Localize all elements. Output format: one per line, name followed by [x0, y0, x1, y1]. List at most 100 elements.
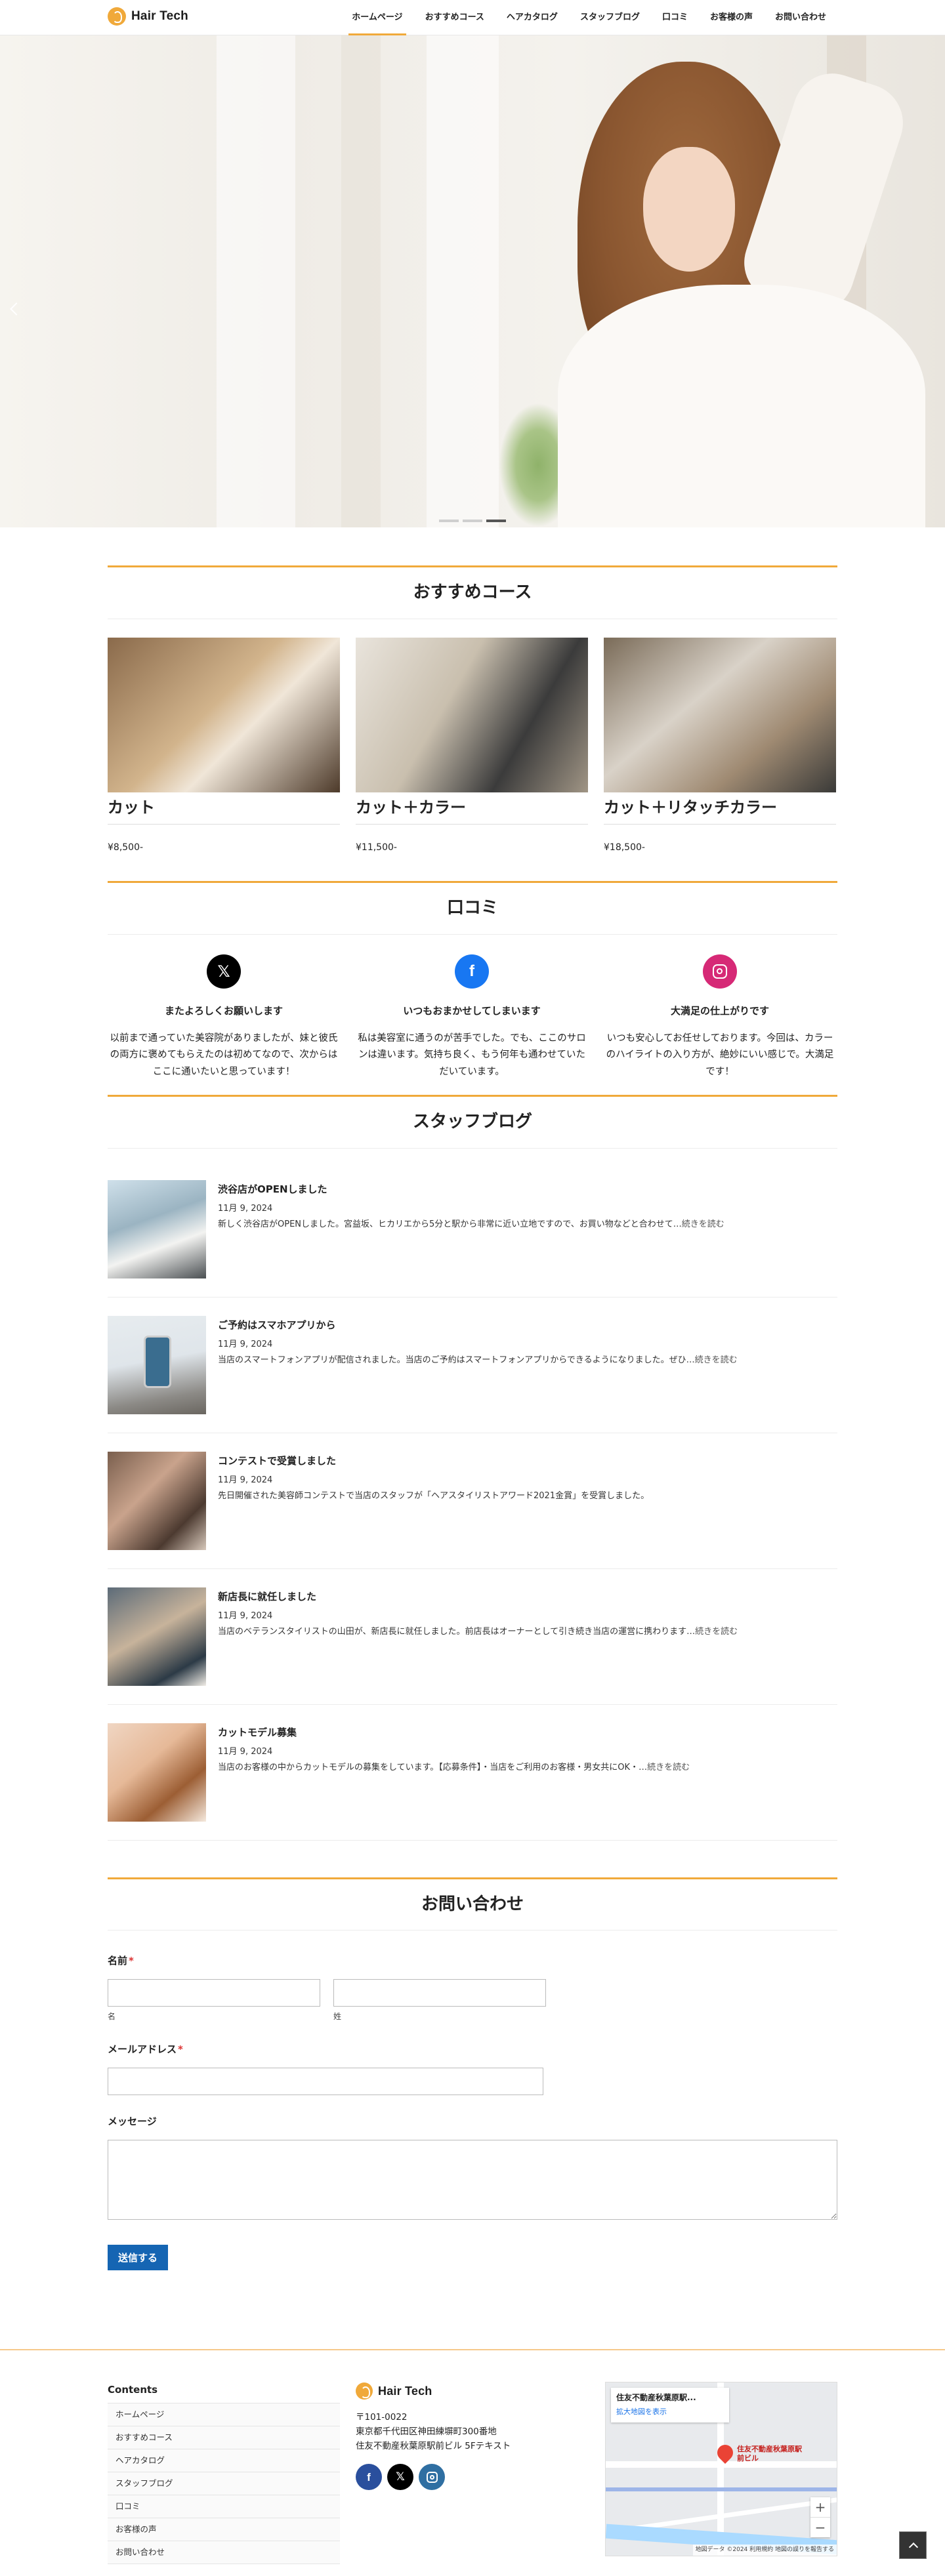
post-title[interactable]: 渋谷店がOPENしました: [218, 1181, 724, 1197]
post-title[interactable]: コンテストで受賞しました: [218, 1453, 649, 1469]
blog-post[interactable]: 渋谷店がOPENしました 11月 9, 2024 新しく渋谷店がOPENしました…: [108, 1162, 837, 1298]
post-excerpt-text: 当店のスマートフォンアプリが配信されました。当店のご予約はスマートフォンアプリか…: [218, 1355, 695, 1366]
blog-post[interactable]: コンテストで受賞しました 11月 9, 2024 先日開催された美容師コンテスト…: [108, 1433, 837, 1569]
blog-title: スタッフブログ: [108, 1095, 837, 1149]
read-more-link[interactable]: 続きを読む: [682, 1219, 724, 1229]
zoom-in-button[interactable]: +: [810, 2497, 830, 2517]
last-name-sublabel: 姓: [333, 2012, 342, 2022]
hero-model-image: [558, 35, 925, 527]
map-enlarge-link[interactable]: 拡大地図を表示: [616, 2407, 667, 2416]
post-date: 11月 9, 2024: [218, 1339, 273, 1349]
nav-contact[interactable]: お問い合わせ: [764, 0, 837, 35]
name-row: 名 姓: [108, 1979, 837, 2023]
zoom-out-button[interactable]: −: [810, 2516, 830, 2537]
slider-dot[interactable]: [439, 520, 459, 522]
global-nav: ホームページ おすすめコース ヘアカタログ スタッフブログ 口コミ お客様の声 …: [341, 0, 837, 35]
brand-name: Hair Tech: [131, 9, 188, 23]
course-card[interactable]: カット＋リタッチカラー ¥18,500-: [604, 637, 836, 855]
instagram-icon[interactable]: [419, 2464, 445, 2491]
x-icon[interactable]: 𝕏: [387, 2464, 413, 2491]
instagram-icon: [703, 954, 737, 989]
footer-nav: ホームページ おすすめコース ヘアカタログ スタッフブログ 口コミ お客様の声 …: [108, 2402, 340, 2564]
name-label-text: 名前: [108, 1955, 128, 1967]
post-title[interactable]: カットモデル募集: [218, 1725, 690, 1740]
review-item: 𝕏 またよろしくお願いします 以前まで通っていた美容院がありましたが、妹と彼氏の…: [108, 954, 340, 1080]
post-body: 渋谷店がOPENしました 11月 9, 2024 新しく渋谷店がOPENしました…: [218, 1180, 724, 1278]
footer-link-blog[interactable]: スタッフブログ: [108, 2472, 340, 2495]
post-thumbnail[interactable]: [108, 1587, 206, 1686]
post-date: 11月 9, 2024: [218, 1203, 273, 1214]
post-title[interactable]: 新店長に就任しました: [218, 1589, 738, 1605]
course-price: ¥18,500-: [604, 842, 645, 853]
nav-voices[interactable]: お客様の声: [699, 0, 764, 35]
facebook-icon[interactable]: f: [356, 2464, 382, 2491]
footer-link-courses[interactable]: おすすめコース: [108, 2426, 340, 2449]
site-logo[interactable]: Hair Tech: [108, 7, 188, 26]
back-to-top-icon[interactable]: [899, 2531, 927, 2559]
footer-contents: Contents ホームページ おすすめコース ヘアカタログ スタッフブログ 口…: [108, 2382, 340, 2564]
nav-courses[interactable]: おすすめコース: [414, 0, 495, 35]
footer-link-home[interactable]: ホームページ: [108, 2403, 340, 2426]
postal-code: 〒101-0022: [356, 2411, 408, 2423]
facebook-icon: f: [455, 954, 489, 989]
address-line-1: 東京都千代田区神田練塀町300番地: [356, 2426, 497, 2437]
read-more-link[interactable]: 続きを読む: [695, 1355, 738, 1365]
map-railway: [606, 2487, 837, 2491]
slider-pagination: [0, 520, 945, 522]
blog-post[interactable]: カットモデル募集 11月 9, 2024 当店のお客様の中からカットモデルの募集…: [108, 1705, 837, 1841]
post-body: 新店長に就任しました 11月 9, 2024 当店のベテランスタイリストの山田が…: [218, 1587, 738, 1686]
post-thumbnail[interactable]: [108, 1315, 206, 1414]
post-excerpt: 先日開催された美容師コンテストで当店のスタッフが「ヘアスタイリストアワード202…: [218, 1491, 650, 1502]
first-name-input[interactable]: [108, 1979, 320, 2007]
blog-post[interactable]: ご予約はスマホアプリから 11月 9, 2024 当店のスマートフォンアプリが配…: [108, 1298, 837, 1433]
logo-mark-icon: [356, 2382, 373, 2400]
map-card-title: 住友不動産秋葉原駅...: [616, 2392, 696, 2402]
footer-link-contact[interactable]: お問い合わせ: [108, 2541, 340, 2564]
last-name-input[interactable]: [333, 1979, 546, 2007]
course-card[interactable]: カット ¥8,500-: [108, 637, 340, 855]
footer-brand-name: Hair Tech: [378, 2384, 432, 2398]
review-body: いつも安心してお任せしております。今回は、カラーのハイライトの入り方が、絶妙にい…: [606, 1032, 834, 1077]
first-name-col: 名: [108, 1979, 320, 2023]
nav-home[interactable]: ホームページ: [341, 0, 413, 35]
post-excerpt-text: 新しく渋谷店がOPENしました。宮益坂、ヒカリエから5分と駅から非常に近い立地で…: [218, 1219, 682, 1230]
hero-window-light: [427, 35, 499, 527]
submit-button[interactable]: 送信する: [108, 2244, 169, 2270]
footer-link-reviews[interactable]: 口コミ: [108, 2495, 340, 2518]
courses-title: おすすめコース: [108, 565, 837, 619]
post-date: 11月 9, 2024: [218, 1610, 273, 1621]
footer-link-catalog[interactable]: ヘアカタログ: [108, 2449, 340, 2472]
post-thumbnail[interactable]: [108, 1451, 206, 1550]
nav-blog[interactable]: スタッフブログ: [569, 0, 651, 35]
last-name-col: 姓: [333, 1979, 546, 2023]
message-textarea[interactable]: [108, 2140, 837, 2220]
email-field-group: メールアドレス *: [108, 2041, 837, 2096]
slider-dot[interactable]: [463, 520, 482, 522]
read-more-link[interactable]: 続きを読む: [647, 1763, 690, 1772]
post-title[interactable]: ご予約はスマホアプリから: [218, 1317, 738, 1333]
google-map[interactable]: 住友不動産秋葉原駅... 拡大地図を表示 住友不動産秋葉原駅前ビル + − 地図…: [605, 2381, 837, 2556]
slider-dot-active[interactable]: [486, 520, 506, 522]
post-excerpt: 当店のお客様の中からカットモデルの募集をしています。【応募条件】・当店をご利用の…: [218, 1761, 690, 1775]
footer-logo[interactable]: Hair Tech: [356, 2382, 605, 2401]
post-thumbnail[interactable]: [108, 1723, 206, 1822]
course-image: [108, 637, 340, 792]
hero-model-body: [558, 285, 925, 527]
course-name: カット＋カラー: [356, 795, 588, 825]
read-more-link[interactable]: 続きを読む: [695, 1627, 738, 1637]
post-thumbnail[interactable]: [108, 1179, 206, 1278]
hero-window-light: [217, 35, 295, 527]
footer-link-voices[interactable]: お客様の声: [108, 2518, 340, 2541]
nav-reviews[interactable]: 口コミ: [651, 0, 699, 35]
instagram-glyph: [426, 2471, 438, 2483]
message-field-group: メッセージ: [108, 2114, 837, 2224]
social-links: f 𝕏: [356, 2464, 605, 2491]
site-footer: Contents ホームページ おすすめコース ヘアカタログ スタッフブログ 口…: [0, 2348, 945, 2576]
message-label: メッセージ: [108, 2116, 157, 2128]
review-title: またよろしくお願いします: [164, 1004, 283, 1017]
email-label: メールアドレス *: [108, 2041, 837, 2057]
nav-catalog[interactable]: ヘアカタログ: [495, 0, 569, 35]
blog-post[interactable]: 新店長に就任しました 11月 9, 2024 当店のベテランスタイリストの山田が…: [108, 1569, 837, 1705]
course-card[interactable]: カット＋カラー ¥11,500-: [356, 637, 588, 855]
email-input[interactable]: [108, 2068, 543, 2096]
